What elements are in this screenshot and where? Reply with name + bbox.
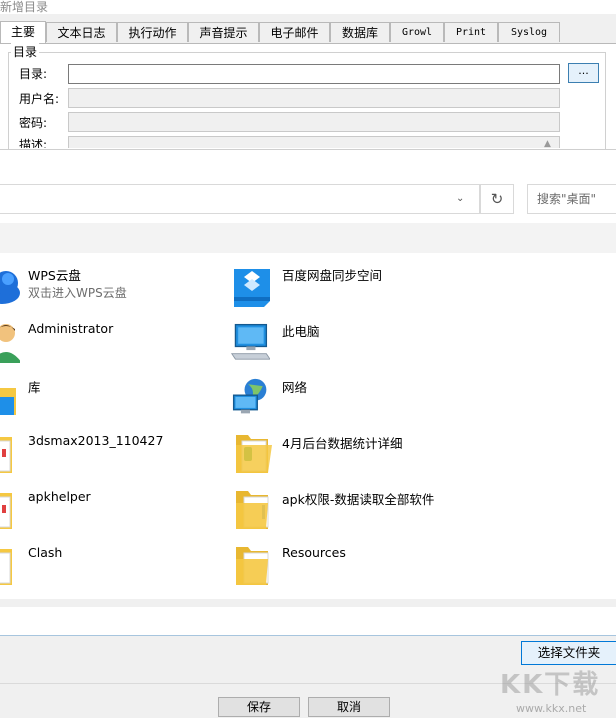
tab-growl[interactable]: Growl [390, 22, 444, 42]
password-input[interactable] [68, 112, 560, 132]
list-item[interactable]: 此电脑 [228, 315, 616, 365]
folder-icon [236, 491, 269, 529]
list-item[interactable]: Clash [0, 539, 230, 589]
list-item[interactable]: 网络 [228, 371, 616, 421]
username-label: 用户名: [19, 92, 60, 106]
item-name: 3dsmax2013_110427 [28, 433, 164, 448]
group-legend: 目录 [11, 43, 40, 60]
computer-icon [230, 323, 270, 360]
item-name: 库 [28, 380, 41, 395]
tab-database[interactable]: 数据库 [330, 22, 390, 42]
file-list: WPS云盘 双击进入WPS云盘 百度网盘同步空间 Administrator 此… [0, 253, 616, 599]
list-item[interactable]: apk权限-数据读取全部软件 [228, 483, 616, 533]
description-label: 描述: [19, 138, 48, 148]
tab-bar: 主要 文本日志 执行动作 声音提示 电子邮件 数据库 Growl Print S… [0, 21, 616, 44]
list-item[interactable]: apkhelper [0, 483, 230, 533]
description-input[interactable] [68, 136, 560, 148]
list-item[interactable]: WPS云盘 双击进入WPS云盘 [0, 259, 230, 309]
scroll-up-icon[interactable]: ▲ [544, 139, 551, 149]
folder-icon [0, 549, 12, 585]
tab-sound-alert[interactable]: 声音提示 [188, 22, 259, 42]
folder-icon [236, 435, 272, 473]
tab-syslog[interactable]: Syslog [498, 22, 560, 42]
item-name: Clash [28, 545, 63, 560]
list-item[interactable]: Resources [228, 539, 616, 589]
item-name: WPS云盘 [28, 268, 81, 283]
item-name: apk权限-数据读取全部软件 [282, 492, 435, 507]
list-item[interactable]: 库 [0, 371, 230, 421]
folder-picker-dialog: ⌄ ↻ 搜索"桌面" WPS云盘 双击进入WPS云盘 百度网盘同步空间 Admi… [0, 149, 616, 684]
tab-main[interactable]: 主要 [0, 21, 46, 43]
browse-button[interactable]: ... [568, 63, 599, 83]
list-item[interactable]: 4月后台数据统计详细 [228, 427, 616, 477]
tab-email[interactable]: 电子邮件 [259, 22, 330, 42]
network-icon [232, 378, 267, 414]
save-button[interactable]: 保存 [218, 697, 300, 717]
folder-icon [0, 437, 12, 473]
cloud-icon [0, 271, 20, 304]
item-subtitle: 双击进入WPS云盘 [28, 286, 127, 300]
directory-input[interactable] [68, 64, 560, 84]
username-input[interactable] [68, 88, 560, 108]
chevron-down-icon[interactable]: ⌄ [456, 193, 464, 204]
list-item[interactable]: 3dsmax2013_110427 [0, 427, 230, 477]
directory-label: 目录: [19, 67, 48, 81]
tab-execute-action[interactable]: 执行动作 [117, 22, 188, 42]
toolbar-strip [0, 223, 616, 253]
tab-print[interactable]: Print [444, 22, 498, 42]
item-name: 此电脑 [282, 324, 320, 339]
password-label: 密码: [19, 116, 48, 130]
item-name: 4月后台数据统计详细 [282, 436, 403, 451]
tab-text-log[interactable]: 文本日志 [46, 22, 117, 42]
user-icon [0, 324, 20, 363]
item-name: Resources [282, 545, 346, 560]
refresh-icon[interactable]: ↻ [480, 184, 514, 214]
watermark-logo: KK下载 [500, 670, 601, 700]
select-folder-button[interactable]: 选择文件夹 [521, 641, 616, 665]
address-bar[interactable] [0, 184, 480, 214]
baidu-netdisk-icon [234, 269, 270, 307]
list-item[interactable]: Administrator [0, 315, 230, 365]
item-name: 百度网盘同步空间 [282, 268, 383, 283]
item-name: apkhelper [28, 489, 91, 504]
cancel-button[interactable]: 取消 [308, 697, 390, 717]
list-item[interactable]: 百度网盘同步空间 [228, 259, 616, 309]
dialog-titlebar: 新增目录 [0, 0, 616, 14]
dialog-title: 新增目录 [0, 0, 49, 14]
item-name: Administrator [28, 321, 114, 336]
watermark-url: www.kkx.net [516, 702, 587, 715]
folder-icon [236, 547, 269, 585]
library-icon [0, 388, 16, 415]
item-name: 网络 [282, 380, 308, 395]
search-input[interactable]: 搜索"桌面" [527, 184, 616, 214]
folder-icon [0, 493, 12, 529]
horizontal-scrollbar[interactable] [0, 599, 616, 607]
